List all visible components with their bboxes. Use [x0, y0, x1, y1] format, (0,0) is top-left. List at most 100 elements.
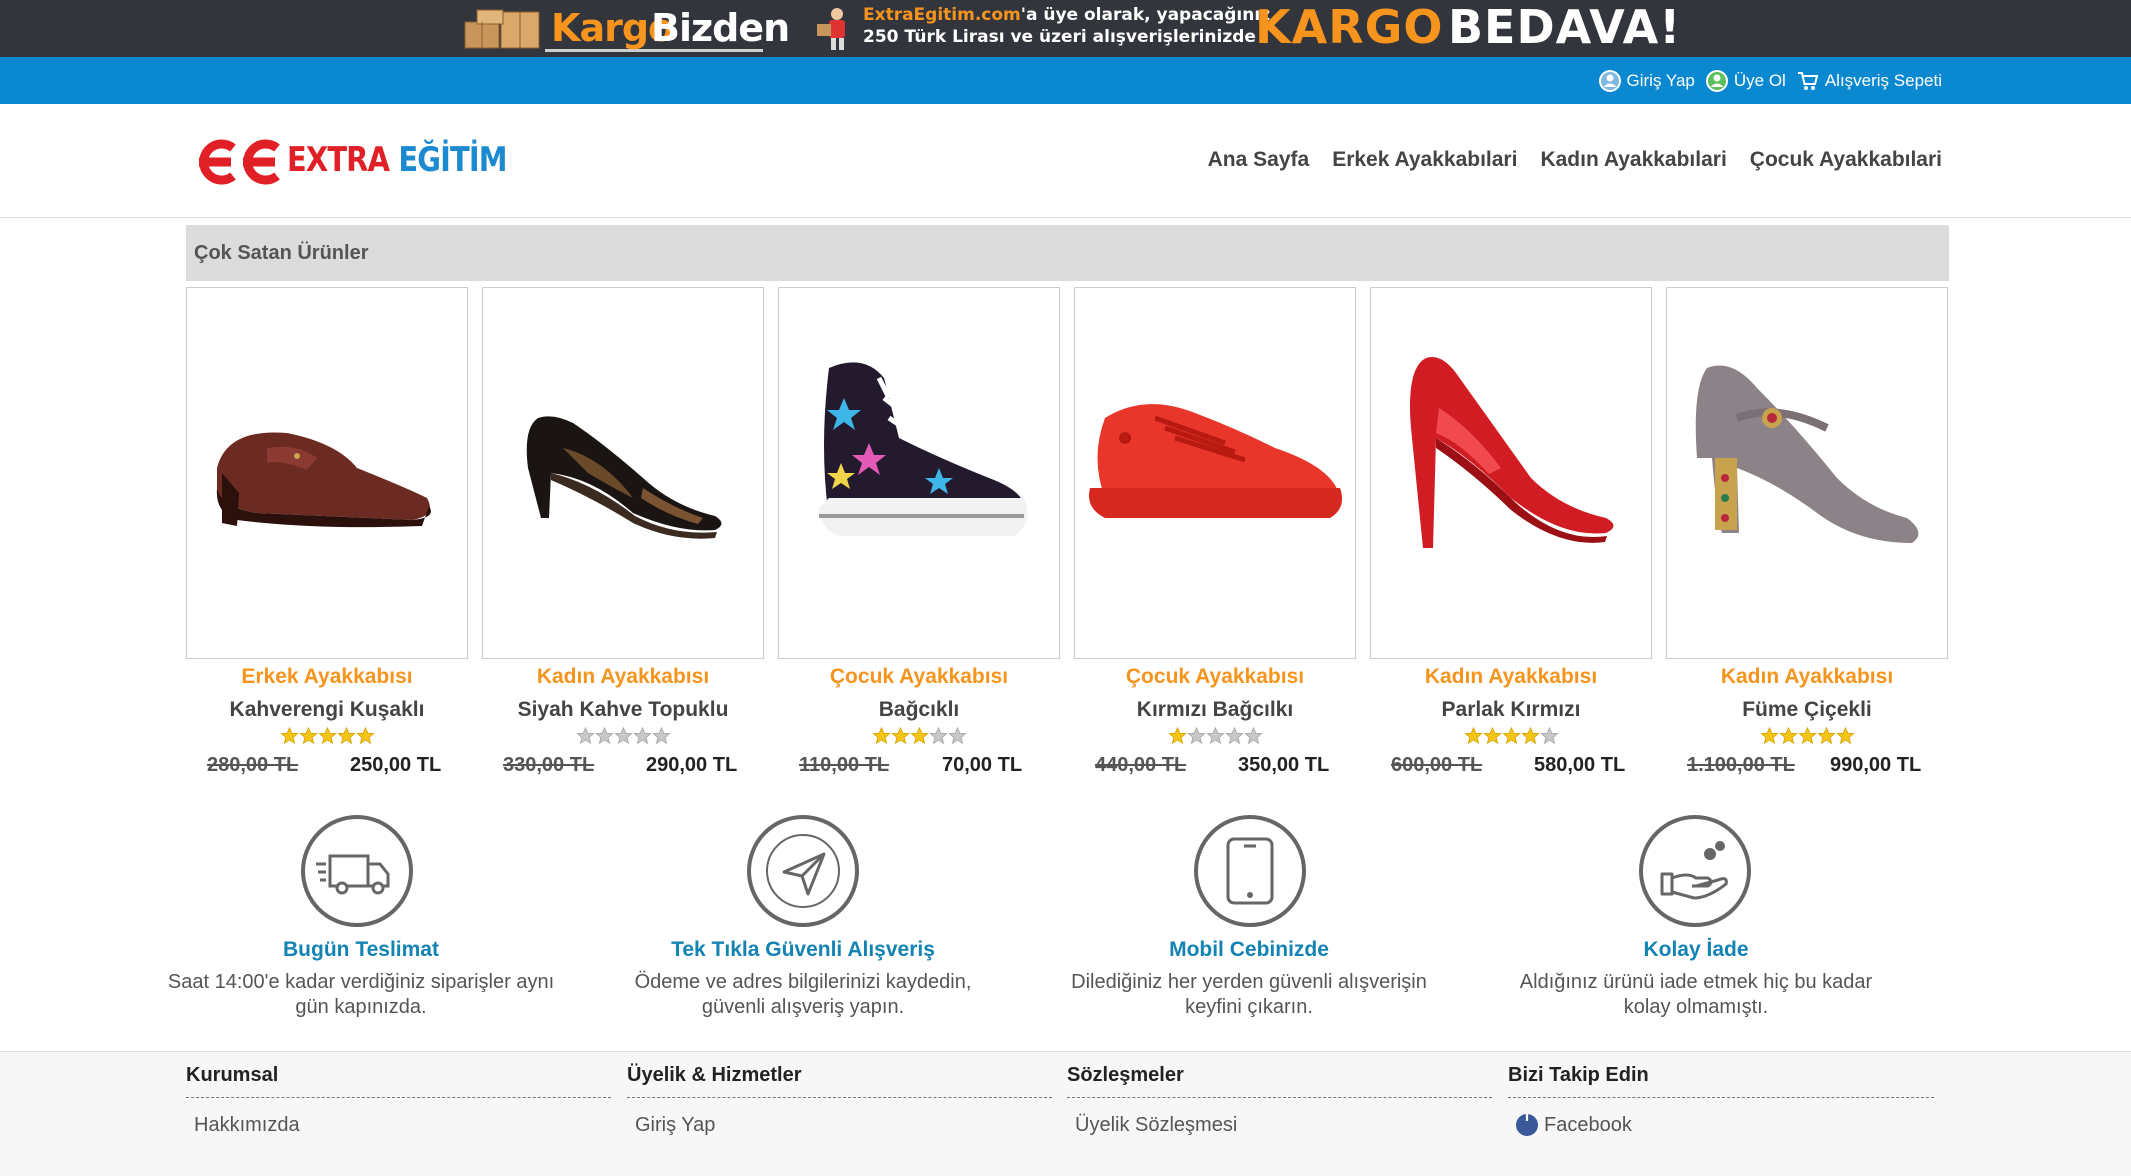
product-category[interactable]: Erkek Ayakkabısı — [186, 665, 468, 689]
feature-desc-line2: gün kapınızda. — [295, 996, 427, 1018]
footer-column-agreements: Sözleşmeler Üyelik Sözleşmesi — [1067, 1064, 1492, 1144]
delivery-truck-icon — [301, 815, 413, 927]
footer-column-title: Sözleşmeler — [1067, 1064, 1492, 1098]
product-rating — [186, 727, 468, 745]
product-rating — [1666, 727, 1948, 745]
promo-line2: 250 Türk Lirası ve üzeri alışverişlerini… — [863, 27, 1256, 47]
product-price: 250,00 TL — [350, 754, 442, 776]
footer-link-about[interactable]: Hakkımızda — [186, 1106, 611, 1144]
product-category[interactable]: Kadın Ayakkabısı — [1666, 665, 1948, 689]
star-icon — [1539, 727, 1559, 745]
star-icon — [1501, 727, 1521, 745]
promo-brand: ExtraEgitim.com — [863, 5, 1021, 25]
product-image[interactable] — [1666, 287, 1948, 659]
product-old-price: 1.100,00 TL — [1687, 754, 1795, 776]
star-icon — [1759, 727, 1779, 745]
paper-plane-icon — [747, 815, 859, 927]
product-name[interactable]: Kahverengi Kuşaklı — [186, 698, 468, 722]
star-icon — [1778, 727, 1798, 745]
footer-column-follow: Bizi Takip Edin f Facebook — [1508, 1064, 1934, 1144]
star-icon — [651, 727, 671, 745]
product-name[interactable]: Füme Çiçekli — [1666, 698, 1948, 722]
product-name[interactable]: Kırmızı Bağcılkı — [1074, 698, 1356, 722]
star-icon — [613, 727, 633, 745]
feature-desc-line2: kolay olmamıştı. — [1623, 996, 1769, 1018]
product-price: 350,00 TL — [1238, 754, 1330, 776]
kargo-logo-part2: Bizden — [651, 6, 790, 50]
feature-title: Bugün Teslimat — [283, 938, 439, 961]
product-rating — [778, 727, 1060, 745]
product-image[interactable] — [186, 287, 468, 659]
star-icon — [947, 727, 967, 745]
starry-high-top-sneaker-icon — [819, 362, 1028, 536]
promo-bedava: BEDAVA! — [1448, 0, 1682, 54]
product-price: 290,00 TL — [646, 754, 738, 776]
logo-text: EXTRA EĞİTİM — [287, 140, 508, 180]
product-name[interactable]: Bağcıklı — [778, 698, 1060, 722]
footer-link-label: Üyelik Sözleşmesi — [1075, 1114, 1238, 1136]
star-icon — [1482, 727, 1502, 745]
best-sellers-title: Çok Satan Ürünler — [186, 225, 1949, 281]
feature-title: Kolay İade — [1643, 938, 1749, 961]
product-image[interactable] — [482, 287, 764, 659]
product-category[interactable]: Çocuk Ayakkabısı — [1074, 665, 1356, 689]
login-link[interactable]: Giriş Yap — [1598, 69, 1695, 93]
footer-column-corporate: Kurumsal Hakkımızda — [186, 1064, 611, 1144]
product-category[interactable]: Çocuk Ayakkabısı — [778, 665, 1060, 689]
feature-desc-line1: Saat 14:00'e kadar verdiğiniz siparişler… — [167, 971, 555, 993]
logo-word-egitim: EĞİTİM — [398, 140, 507, 180]
footer-link-login[interactable]: Giriş Yap — [627, 1106, 1052, 1144]
footer-column-membership: Üyelik & Hizmetler Giriş Yap — [627, 1064, 1052, 1144]
star-icon — [1205, 727, 1225, 745]
footer-link-label: Giriş Yap — [635, 1114, 716, 1136]
extra-egitim-logo[interactable]: EXTRA EĞİTİM — [193, 134, 508, 194]
promo-banner[interactable]: Kargo Bizden ExtraEgitim.com'a üye olara… — [0, 0, 2131, 57]
feature-title: Tek Tıkla Güvenli Alışveriş — [671, 938, 935, 961]
cart-label: Alışveriş Sepeti — [1824, 70, 1942, 90]
footer-link-facebook[interactable]: f Facebook — [1508, 1106, 1934, 1144]
product-name[interactable]: Parlak Kırmızı — [1370, 698, 1652, 722]
black-brown-heel-shoe-icon — [526, 416, 722, 539]
nav-men-shoes[interactable]: Erkek Ayakkabılari — [1332, 148, 1517, 172]
star-icon — [1224, 727, 1244, 745]
product-price: 70,00 TL — [942, 754, 1023, 776]
register-label: Üye Ol — [1733, 70, 1786, 90]
product-image[interactable] — [778, 287, 1060, 659]
star-icon — [632, 727, 652, 745]
star-icon — [1797, 727, 1817, 745]
star-icon — [1835, 727, 1855, 745]
shopping-cart-icon — [1797, 71, 1819, 90]
register-link[interactable]: Üye Ol — [1705, 69, 1786, 93]
product-rating — [1074, 727, 1356, 745]
star-icon — [1243, 727, 1263, 745]
star-icon — [1186, 727, 1206, 745]
star-icon — [871, 727, 891, 745]
footer-link-membership-agreement[interactable]: Üyelik Sözleşmesi — [1067, 1106, 1492, 1144]
logo-word-extra: EXTRA — [287, 140, 390, 180]
features-section: Bugün Teslimat Saat 14:00'e kadar verdiğ… — [168, 810, 1950, 1030]
star-icon — [279, 727, 299, 745]
feature-description: Aldığınız ürünü iade etmek hiç bu kadar … — [1476, 970, 1916, 1020]
product-image[interactable] — [1370, 287, 1652, 659]
courier-icon — [817, 8, 845, 50]
nav-home[interactable]: Ana Sayfa — [1208, 148, 1310, 172]
star-icon — [1816, 727, 1836, 745]
nav-kids-shoes[interactable]: Çocuk Ayakkabılari — [1750, 148, 1942, 172]
product-name[interactable]: Siyah Kahve Topuklu — [482, 698, 764, 722]
login-label: Giriş Yap — [1626, 70, 1695, 90]
product-old-price: 600,00 TL — [1391, 754, 1483, 776]
feature-desc-line2: güvenli alışveriş yapın. — [701, 996, 905, 1018]
product-image[interactable] — [1074, 287, 1356, 659]
product-category[interactable]: Kadın Ayakkabısı — [482, 665, 764, 689]
cart-link[interactable]: Alışveriş Sepeti — [1796, 69, 1942, 93]
product-list: Erkek Ayakkabısı Kahverengi Kuşaklı 280,… — [186, 287, 1950, 787]
promo-text: ExtraEgitim.com'a üye olarak, yapacağını… — [863, 4, 1270, 48]
user-login-icon — [1598, 69, 1621, 92]
product-price: 580,00 TL — [1534, 754, 1626, 776]
product-category[interactable]: Kadın Ayakkabısı — [1370, 665, 1652, 689]
promo-line1: 'a üye olarak, yapacağınız — [1020, 5, 1271, 25]
nav-women-shoes[interactable]: Kadın Ayakkabılari — [1540, 148, 1726, 172]
kargobizden-logo: Kargo Bizden — [545, 2, 790, 52]
product-rating — [482, 727, 764, 745]
red-sneaker-icon — [1089, 404, 1343, 518]
